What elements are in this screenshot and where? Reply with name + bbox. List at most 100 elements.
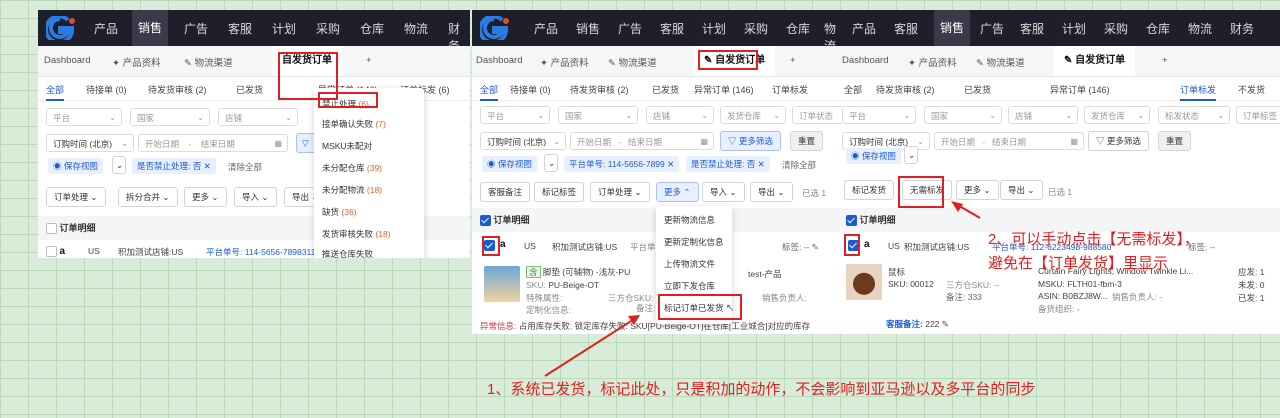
date-range-input[interactable]: 开始日期 - 结束日期 ▦ bbox=[138, 134, 288, 152]
nav-item-sales[interactable]: 销售 bbox=[576, 20, 600, 37]
close-icon[interactable]: ✕ bbox=[758, 159, 765, 169]
service-note-button[interactable]: 客服备注 bbox=[480, 182, 531, 202]
nav-item-ads[interactable]: 广告 bbox=[184, 20, 208, 37]
platform-select[interactable]: 平台 ⌄ bbox=[46, 108, 122, 126]
filter-chip-blocked[interactable]: 是否禁止处理: 否 ✕ bbox=[132, 158, 216, 174]
order-tag-select[interactable]: 订单标签 bbox=[1236, 106, 1280, 124]
status-tab-no-ship[interactable]: 不发货 bbox=[1238, 83, 1265, 96]
date-range-input[interactable]: 开始日期 - 结束日期 ▦ bbox=[934, 132, 1084, 150]
reset-button[interactable]: 重置 bbox=[790, 131, 824, 151]
tab-dashboard[interactable]: Dashboard bbox=[842, 55, 888, 66]
nav-item-ads[interactable]: 广告 bbox=[980, 20, 1004, 37]
nav-item-warehouse[interactable]: 仓库 bbox=[786, 20, 810, 37]
date-range-input[interactable]: 开始日期 - 结束日期 ▦ bbox=[570, 132, 714, 150]
export-button[interactable]: 导出 ⌄ bbox=[1000, 180, 1043, 200]
dropdown-item-no-warehouse[interactable]: 未分配仓库 (39) bbox=[322, 162, 382, 174]
country-select[interactable]: 国家 ⌄ bbox=[924, 106, 1002, 124]
nav-item-warehouse[interactable]: 仓库 bbox=[360, 20, 384, 37]
clear-all-link[interactable]: 清除全部 bbox=[228, 161, 262, 173]
dropdown-item-push-warehouse[interactable]: 立即下发仓库 bbox=[664, 280, 715, 292]
tab-logistics[interactable]: ✎ 物流渠道 bbox=[184, 55, 233, 69]
status-tab-all[interactable]: 全部 bbox=[844, 83, 862, 96]
dropdown-item-review-failed[interactable]: 发货审核失败 (18) bbox=[322, 228, 391, 240]
reset-button[interactable]: 重置 bbox=[1158, 131, 1192, 151]
status-tab-review[interactable]: 待发货审核 (2) bbox=[876, 83, 935, 96]
status-tab-pending[interactable]: 待接单 (0) bbox=[510, 83, 551, 96]
tab-product-info[interactable]: ✦ 产品资料 bbox=[112, 55, 161, 69]
status-tab-all[interactable]: 全部 bbox=[480, 83, 499, 101]
save-view-button[interactable]: ◉ 保存视图 bbox=[48, 158, 103, 174]
dropdown-item-out-of-stock[interactable]: 缺货 (36) bbox=[322, 206, 357, 218]
status-tab-shipped[interactable]: 已发货 bbox=[964, 83, 991, 96]
nav-item-plan[interactable]: 计划 bbox=[702, 20, 726, 37]
nav-item-ads[interactable]: 广告 bbox=[618, 20, 642, 37]
tab-product-info[interactable]: ✦ 产品资料 bbox=[540, 55, 589, 69]
store-select[interactable]: 店铺 ⌄ bbox=[646, 106, 714, 124]
status-tab-all[interactable]: 全部 bbox=[46, 83, 65, 101]
filter-chip-blocked[interactable]: 是否禁止处理: 否 ✕ bbox=[686, 156, 770, 172]
import-button[interactable]: 导入 ⌄ bbox=[234, 187, 277, 207]
nav-item-purchase[interactable]: 采购 bbox=[316, 20, 340, 37]
nav-item-logistics[interactable]: 物流 bbox=[404, 20, 428, 37]
dropdown-item-upload-file[interactable]: 上传物流文件 bbox=[664, 258, 715, 270]
close-icon[interactable]: ✕ bbox=[667, 159, 674, 169]
edit-icon[interactable]: ✎ bbox=[942, 319, 949, 329]
nav-item-product[interactable]: 产品 bbox=[94, 20, 118, 37]
save-view-dropdown[interactable]: ⌄ bbox=[112, 156, 126, 174]
order-process-button[interactable]: 订单处理 ⌄ bbox=[46, 187, 106, 207]
more-button[interactable]: 更多 ⌃ bbox=[656, 182, 699, 202]
save-view-button[interactable]: ◉ 保存视图 bbox=[846, 148, 901, 164]
save-view-button[interactable]: ◉ 保存视图 bbox=[482, 156, 537, 172]
time-type-select[interactable]: 订购时间 (北京) ⌄ bbox=[46, 134, 134, 152]
warehouse-select[interactable]: 发货仓库 ⌄ bbox=[720, 106, 786, 124]
nav-item-product[interactable]: 产品 bbox=[534, 20, 558, 37]
nav-item-logistics[interactable]: 物流 bbox=[1188, 20, 1212, 37]
nav-item-service[interactable]: 客服 bbox=[660, 20, 684, 37]
tab-add[interactable]: + bbox=[790, 55, 796, 66]
tab-dashboard[interactable]: Dashboard bbox=[44, 55, 90, 66]
nav-item-service-2[interactable]: 客服 bbox=[1020, 20, 1044, 37]
dropdown-item-push-failed[interactable]: 推送仓库失败 bbox=[322, 248, 373, 258]
row-tag[interactable]: 标签: -- ✎ bbox=[782, 241, 819, 253]
nav-item-warehouse[interactable]: 仓库 bbox=[1146, 20, 1170, 37]
dropdown-item-msku-unpaired[interactable]: MSKU未配对 bbox=[322, 140, 372, 152]
tab-logistics[interactable]: ✎ 物流渠道 bbox=[608, 55, 657, 69]
status-tab-exception[interactable]: 异常订单 (146) bbox=[1050, 83, 1110, 96]
tab-add[interactable]: + bbox=[1162, 55, 1168, 66]
dropdown-item-accept-failed[interactable]: 接单确认失败 (7) bbox=[322, 118, 386, 130]
export-button[interactable]: 导出 ⌄ bbox=[750, 182, 793, 202]
clear-all-link[interactable]: 清除全部 bbox=[782, 159, 816, 171]
nav-item-plan[interactable]: 计划 bbox=[1062, 20, 1086, 37]
more-filters-button[interactable]: ▽ 更多筛选 bbox=[1088, 131, 1149, 151]
order-status-select[interactable]: 订单状态 bbox=[792, 106, 842, 124]
mark-status-select[interactable]: 标发状态 ⌄ bbox=[1158, 106, 1230, 124]
more-button[interactable]: 更多 ⌄ bbox=[184, 187, 227, 207]
nav-item-purchase[interactable]: 采购 bbox=[1104, 20, 1128, 37]
status-tab-marking[interactable]: 订单标发 bbox=[772, 83, 808, 96]
platform-select[interactable]: 平台 ⌄ bbox=[842, 106, 916, 124]
dropdown-item-no-logistics[interactable]: 未分配物流 (18) bbox=[322, 184, 382, 196]
tab-self-ship-orders[interactable]: ✎ 自发货订单 bbox=[1054, 46, 1136, 76]
status-tab-review[interactable]: 待发货审核 (2) bbox=[148, 83, 207, 96]
tab-add[interactable]: + bbox=[366, 55, 372, 66]
status-tab-marking[interactable]: 订单标发 bbox=[1180, 83, 1217, 101]
country-select[interactable]: 国家 ⌄ bbox=[558, 106, 638, 124]
nav-item-plan[interactable]: 计划 bbox=[272, 20, 296, 37]
import-button[interactable]: 导入 ⌄ bbox=[702, 182, 745, 202]
nav-item-sales[interactable]: 销售 bbox=[934, 10, 971, 46]
order-process-button[interactable]: 订单处理 ⌄ bbox=[590, 182, 650, 202]
row-order-number[interactable]: 平台单号: 114-5656-7898311 bbox=[206, 246, 315, 258]
select-all-checkbox[interactable] bbox=[480, 215, 491, 227]
nav-item-finance[interactable]: 财务 bbox=[1230, 20, 1254, 37]
status-tab-exception[interactable]: 异常订单 (146) bbox=[694, 83, 754, 96]
store-select[interactable]: 店铺 ⌄ bbox=[1008, 106, 1078, 124]
more-filters-button[interactable]: ▽ 更多筛选 bbox=[720, 131, 781, 151]
select-all-checkbox[interactable] bbox=[846, 215, 857, 227]
time-type-select[interactable]: 订购时间 (北京) ⌄ bbox=[480, 132, 566, 150]
country-select[interactable]: 国家 ⌄ bbox=[130, 108, 210, 126]
dropdown-item-update-logistics[interactable]: 更新物流信息 bbox=[664, 214, 715, 226]
close-icon[interactable]: ✕ bbox=[204, 161, 211, 171]
warehouse-select[interactable]: 发货仓库 ⌄ bbox=[1084, 106, 1150, 124]
tab-dashboard[interactable]: Dashboard bbox=[476, 55, 522, 66]
nav-item-purchase[interactable]: 采购 bbox=[744, 20, 768, 37]
